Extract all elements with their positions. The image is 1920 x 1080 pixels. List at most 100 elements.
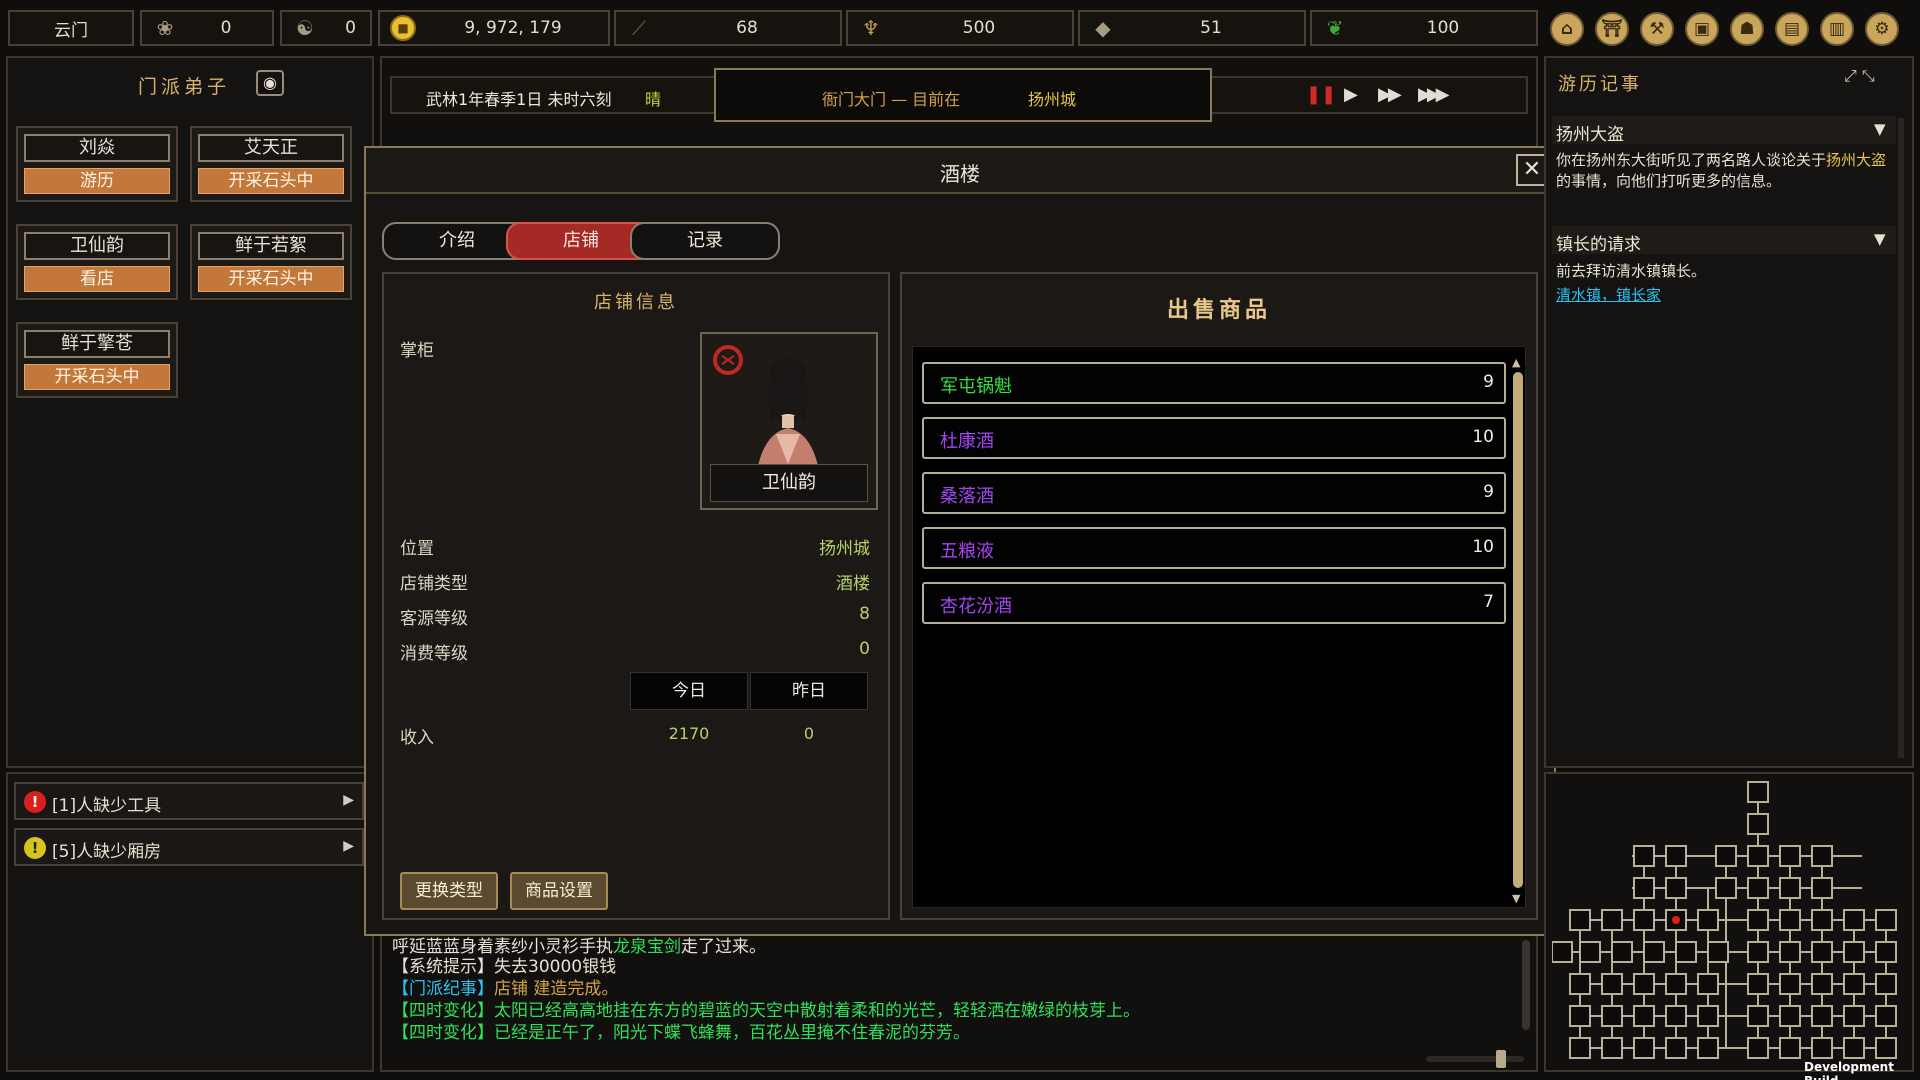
- fast-forward-icon[interactable]: ▶▶: [1378, 84, 1402, 105]
- quest-description: 前去拜访清水镇镇长。: [1556, 262, 1707, 280]
- wood-resource[interactable]: ⟋ 68: [614, 10, 842, 46]
- settings-icon[interactable]: ⚙: [1865, 12, 1899, 46]
- goods-name: 五粮液: [940, 541, 994, 562]
- goods-setting-button[interactable]: 商品设置: [510, 872, 608, 910]
- expand-icon[interactable]: ⤢ ⤡: [1844, 66, 1875, 86]
- arrow-right-icon: ▶: [343, 838, 354, 854]
- disciple-name: 鲜于擎苍: [24, 330, 170, 358]
- herb-value: 100: [1426, 18, 1460, 38]
- coin-value: 9, 972, 179: [464, 18, 562, 38]
- sect-icon[interactable]: ⌂: [1550, 12, 1584, 46]
- building-icon[interactable]: ⛩: [1595, 12, 1629, 46]
- goods-name: 桑落酒: [940, 486, 994, 507]
- quest-description: 你在扬州东大街听见了两名路人谈论关于扬州大盗的事情，向他们打听更多的信息。: [1556, 151, 1887, 190]
- manager-label: 掌柜: [400, 341, 434, 361]
- alert-item[interactable]: ! [1]人缺少工具 ▶: [14, 782, 364, 820]
- shop-info-title: 店铺信息: [594, 292, 678, 313]
- disciple-status: 看店: [24, 266, 170, 292]
- development-build-label: Development Build: [1804, 1060, 1894, 1080]
- info-row-customer-level: 客源等级 8: [400, 604, 870, 629]
- income-header-yesterday: 昨日: [750, 672, 868, 710]
- info-row-spending-level: 消费等级 0: [400, 639, 870, 664]
- grain-icon: ♆: [862, 16, 880, 40]
- pause-icon[interactable]: ❚❚: [1306, 84, 1336, 105]
- quest-title: 镇长的请求: [1556, 235, 1641, 255]
- alert-text: [5]人缺少厢房: [52, 842, 162, 862]
- disciple-name: 鲜于若絮: [198, 232, 344, 260]
- herb-resource[interactable]: ❦ 100: [1310, 10, 1538, 46]
- income-header-today: 今日: [630, 672, 748, 710]
- income-today: 2170: [668, 724, 710, 743]
- sect-name: 云门: [54, 20, 88, 41]
- mini-map-graph[interactable]: [1552, 780, 1908, 1066]
- eye-icon[interactable]: ◉: [256, 70, 284, 96]
- sect-name-box[interactable]: 云门: [8, 10, 134, 46]
- disciple-panel-title: 门派弟子: [138, 76, 231, 98]
- disciple-card[interactable]: 卫仙韵 看店: [16, 224, 178, 300]
- herb-icon: ❦: [1326, 16, 1344, 40]
- manual-icon[interactable]: ▥: [1820, 12, 1854, 46]
- craft-icon[interactable]: ⚒: [1640, 12, 1674, 46]
- manager-portrait[interactable]: 卫仙韵: [700, 332, 878, 510]
- scroll-up-icon[interactable]: ▲: [1512, 356, 1520, 369]
- volume-slider[interactable]: [1426, 1056, 1524, 1062]
- current-city: 扬州城: [1028, 90, 1077, 109]
- ore-icon: ◆: [1095, 16, 1111, 40]
- grain-resource[interactable]: ♆ 500: [846, 10, 1074, 46]
- book-icon[interactable]: ▤: [1775, 12, 1809, 46]
- info-row-location: 位置 扬州城: [400, 539, 870, 559]
- quest-title: 扬州大盗: [1556, 125, 1624, 145]
- location-prefix: 衙门大门 — 目前在: [822, 90, 961, 109]
- reputation-value: 0: [220, 18, 232, 38]
- ore-value: 51: [1200, 18, 1222, 38]
- yinyang-icon: ☯: [296, 16, 314, 40]
- weather: 晴: [645, 90, 662, 109]
- goods-qty: 9: [1483, 482, 1494, 502]
- volume-slider-handle[interactable]: [1496, 1050, 1506, 1068]
- change-type-button[interactable]: 更换类型: [400, 872, 498, 910]
- goods-item[interactable]: 桑落酒 9: [922, 472, 1506, 514]
- ore-resource[interactable]: ◆ 51: [1078, 10, 1306, 46]
- game-date: 武林1年春季1日 未时六刻: [426, 90, 612, 109]
- tab-records[interactable]: 记录: [630, 222, 780, 260]
- income-yesterday: 0: [803, 724, 815, 743]
- journal-scrollbar[interactable]: [1898, 118, 1904, 758]
- reputation-resource[interactable]: ❀ 0: [140, 10, 274, 46]
- collapse-icon[interactable]: ▼: [1874, 120, 1886, 138]
- wood-icon: ⟋: [632, 16, 646, 40]
- disciple-status: 开采石头中: [198, 266, 344, 292]
- log-scrollbar[interactable]: [1522, 940, 1530, 1030]
- goods-name: 杏花汾酒: [940, 596, 1012, 617]
- manager-name: 卫仙韵: [710, 464, 868, 502]
- map-icon[interactable]: ▣: [1685, 12, 1719, 46]
- goods-qty: 10: [1472, 537, 1494, 557]
- journal-title: 游历记事: [1558, 74, 1642, 95]
- goods-item[interactable]: 军屯锅魁 9: [922, 362, 1506, 404]
- wood-value: 68: [736, 18, 758, 38]
- alert-item[interactable]: ! [5]人缺少厢房 ▶: [14, 828, 364, 866]
- disciple-name: 卫仙韵: [24, 232, 170, 260]
- goods-qty: 10: [1472, 427, 1494, 447]
- collapse-icon[interactable]: ▼: [1874, 230, 1886, 248]
- goods-title: 出售商品: [1166, 298, 1271, 323]
- fastest-forward-icon[interactable]: ▶▶▶: [1418, 84, 1449, 105]
- location-banner: 衙门大门 — 目前在 扬州城: [714, 68, 1212, 122]
- coin-resource[interactable]: ■ 9, 972, 179: [378, 10, 610, 46]
- grain-value: 500: [962, 18, 996, 38]
- arrow-right-icon: ▶: [343, 792, 354, 808]
- goods-scrollbar[interactable]: [1513, 372, 1523, 888]
- goods-name: 军屯锅魁: [940, 376, 1012, 397]
- scroll-down-icon[interactable]: ▼: [1512, 892, 1520, 905]
- disciple-card[interactable]: 鲜于若絮 开采石头中: [190, 224, 352, 300]
- income-label: 收入: [400, 728, 434, 748]
- goods-item[interactable]: 五粮液 10: [922, 527, 1506, 569]
- yinyang-resource[interactable]: ☯ 0: [280, 10, 372, 46]
- bag-icon[interactable]: ☗: [1730, 12, 1764, 46]
- quest-location-link[interactable]: 清水镇，镇长家: [1556, 284, 1661, 305]
- goods-item[interactable]: 杏花汾酒 7: [922, 582, 1506, 624]
- disciple-status: 开采石头中: [24, 364, 170, 390]
- goods-item[interactable]: 杜康酒 10: [922, 417, 1506, 459]
- goods-qty: 7: [1483, 592, 1494, 612]
- disciple-card[interactable]: 鲜于擎苍 开采石头中: [16, 322, 178, 398]
- play-icon[interactable]: ▶: [1344, 84, 1358, 105]
